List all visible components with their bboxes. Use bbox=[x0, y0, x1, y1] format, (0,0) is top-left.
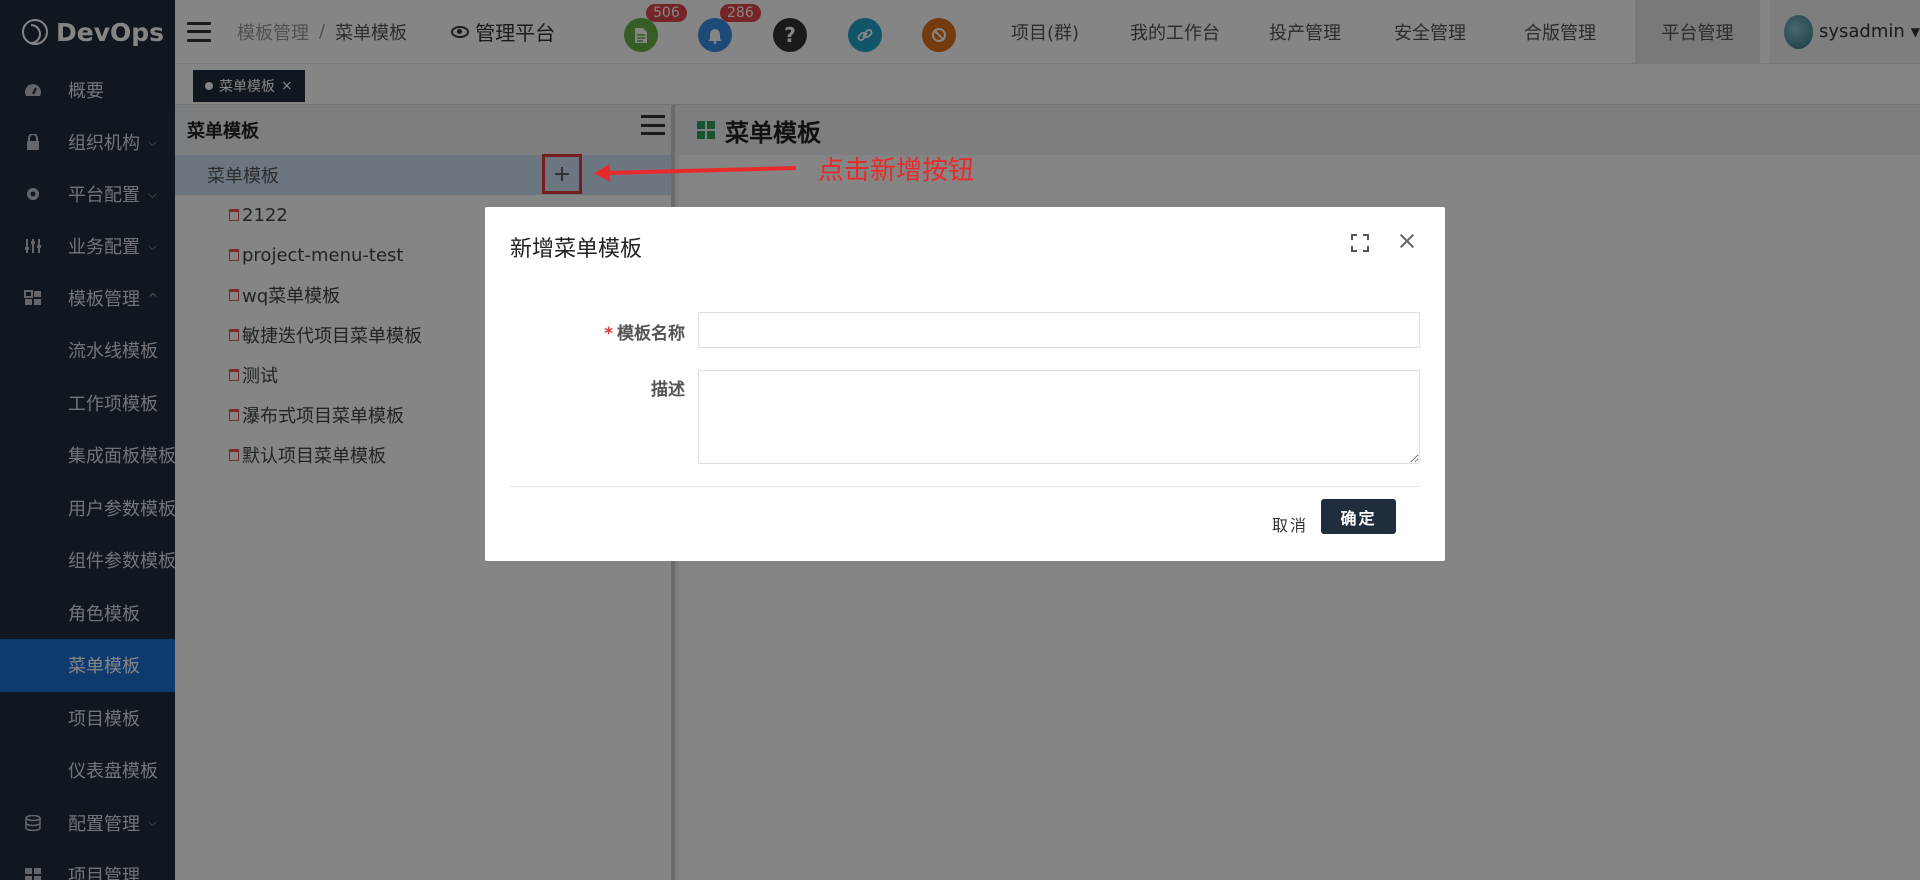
annotation-text: 点击新增按钮 bbox=[818, 156, 975, 186]
dialog-divider bbox=[510, 486, 1420, 487]
required-mark: * bbox=[604, 324, 613, 344]
name-label: * 模板名称 bbox=[485, 319, 685, 344]
confirm-button[interactable]: 确定 bbox=[1321, 499, 1396, 534]
close-icon[interactable] bbox=[1397, 231, 1417, 251]
template-name-input[interactable] bbox=[698, 312, 1420, 348]
add-template-dialog: 新增菜单模板 * 模板名称 描述 取消 确定 bbox=[485, 207, 1445, 561]
dialog-title: 新增菜单模板 bbox=[510, 237, 643, 262]
cancel-button[interactable]: 取消 bbox=[1255, 507, 1325, 541]
description-label: 描述 bbox=[651, 380, 685, 400]
name-label-text: 模板名称 bbox=[617, 324, 685, 344]
description-textarea[interactable] bbox=[698, 370, 1420, 464]
fullscreen-icon[interactable] bbox=[1351, 234, 1369, 252]
